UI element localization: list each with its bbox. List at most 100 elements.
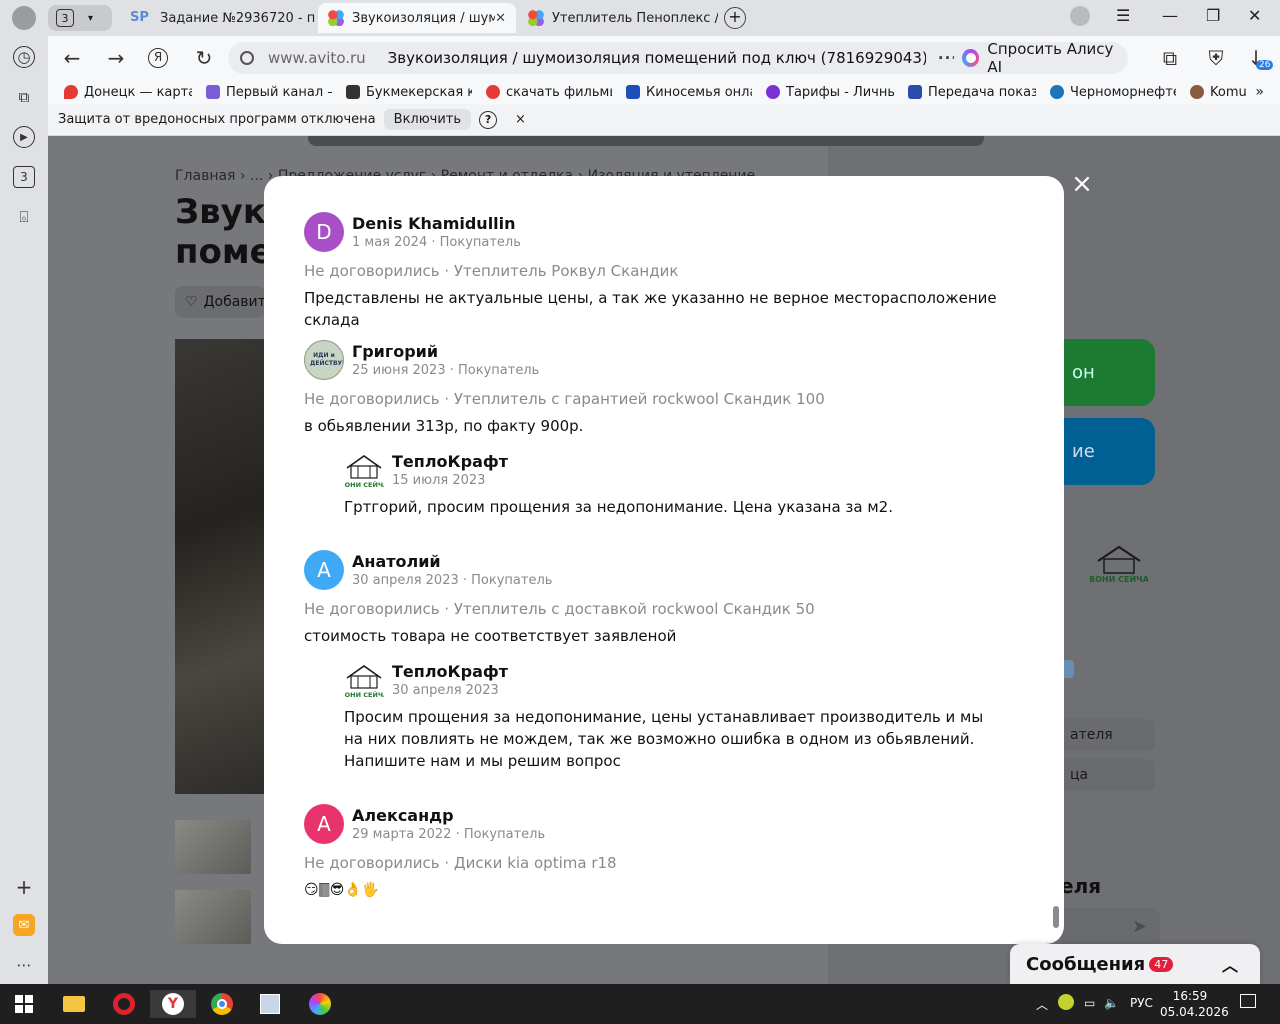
start-icon[interactable] xyxy=(10,990,38,1018)
protect-icon[interactable]: ⛨ xyxy=(1204,46,1228,70)
more-icon[interactable]: ⋯ xyxy=(13,954,35,976)
reviewer-name[interactable]: Александр xyxy=(352,806,454,825)
avatar[interactable]: А xyxy=(304,804,344,844)
bookmark-perviy-kanal[interactable]: Первый канал — с xyxy=(206,85,332,100)
system-clock[interactable]: 16:59 05.04.2026 xyxy=(1160,988,1229,1020)
bookmark-readings[interactable]: Передача показа xyxy=(908,85,1036,100)
review-deal: Не договорились · Диски kia optima r18 xyxy=(304,854,617,872)
close-tab-icon[interactable]: ✕ xyxy=(495,11,506,26)
collections-icon[interactable]: ⧉ xyxy=(13,86,35,108)
notifications-icon[interactable] xyxy=(1240,994,1256,1008)
volume-icon[interactable]: 🔈 xyxy=(1104,996,1119,1010)
tab-label: Звукоизоляция / шумо xyxy=(352,10,496,26)
minimize-icon[interactable]: — xyxy=(1162,6,1178,25)
sp-favicon-icon: SP xyxy=(130,10,149,25)
listing-photo[interactable] xyxy=(175,339,275,794)
bookmaker-icon xyxy=(346,85,360,99)
sidebar-counter[interactable]: 3 xyxy=(13,166,35,188)
camera-icon[interactable]: ⌺ xyxy=(13,206,35,228)
file-explorer-icon[interactable] xyxy=(60,990,88,1018)
yandex-browser-icon[interactable]: Y xyxy=(150,990,196,1018)
mail-icon[interactable]: ✉ xyxy=(13,914,35,936)
review-deal: Не договорились · Утеплитель с гарантией… xyxy=(304,390,825,408)
reviewer-name[interactable]: Григорий xyxy=(352,342,438,361)
color-app-icon[interactable] xyxy=(306,990,334,1018)
seller-action-row[interactable]: ца xyxy=(1060,759,1155,791)
chevron-up-icon[interactable]: ︿ xyxy=(1222,952,1238,976)
reviewer-name[interactable]: Denis Khamidullin xyxy=(352,214,516,233)
ask-alice-button[interactable]: Спросить Алису AI xyxy=(954,40,1128,76)
modal-scrollbar[interactable] xyxy=(1053,906,1059,928)
avito-favicon-icon xyxy=(528,10,544,26)
close-infobar-icon[interactable]: × xyxy=(515,112,526,127)
seller-reply-name[interactable]: ТеплоКрафт xyxy=(392,452,508,471)
listing-thumbnail[interactable] xyxy=(175,890,251,944)
reload-icon[interactable]: ↻ xyxy=(192,46,216,70)
bookmark-kinosemya[interactable]: Киносемья онлай xyxy=(626,85,752,100)
profile-icon[interactable] xyxy=(12,6,36,30)
bookmark-bookmaker[interactable]: Букмекерская кон xyxy=(346,85,472,100)
back-icon[interactable]: ← xyxy=(60,46,84,70)
ask-alice-label: Спросить Алису AI xyxy=(987,40,1114,76)
add-to-favorites-button[interactable]: ♡ Добавить xyxy=(175,286,265,318)
address-row: ← → Я ↻ www.avito.ru Звукоизоляция / шум… xyxy=(48,36,1280,80)
svg-text:ЗВОНИ СЕЙЧАС: ЗВОНИ СЕЙЧАС xyxy=(344,480,384,489)
history-icon[interactable]: ◷ xyxy=(13,46,35,68)
bookmark-donetsk-map[interactable]: Донецк — карта, с xyxy=(64,85,192,100)
add-panel-icon[interactable]: + xyxy=(13,875,35,899)
menu-icon[interactable]: ☰ xyxy=(1116,6,1130,25)
tab-task[interactable]: SP Задание №2936720 - про xyxy=(120,3,316,33)
enable-protection-button[interactable]: Включить xyxy=(383,109,472,130)
messages-badge: 47 xyxy=(1149,956,1174,972)
review-deal: Не договорились · Утеплитель с доставкой… xyxy=(304,600,815,618)
review-meta: 25 июня 2023 · Покупатель xyxy=(352,363,540,378)
tray-app-icon[interactable] xyxy=(1058,994,1074,1010)
language-indicator[interactable]: РУС xyxy=(1130,996,1153,1010)
account-icon[interactable] xyxy=(1070,6,1090,26)
bookmark-chernomorneftegaz[interactable]: Черноморнефтег xyxy=(1050,85,1176,100)
extensions-icon[interactable]: ⧉ xyxy=(1158,46,1182,70)
tab-avito-insulation[interactable]: Утеплитель Пеноплекс / З xyxy=(518,3,718,33)
yandex-home-icon[interactable]: Я xyxy=(148,48,168,68)
write-message-button[interactable]: ие xyxy=(1060,418,1155,485)
avatar[interactable]: ИДИ и ДЕЙСТВУЙ xyxy=(304,340,344,380)
show-phone-button[interactable]: он xyxy=(1060,339,1155,406)
avatar[interactable]: D xyxy=(304,212,344,252)
seller-reply-name[interactable]: ТеплоКрафт xyxy=(392,662,508,681)
reviews-modal: D Denis Khamidullin 1 мая 2024 · Покупат… xyxy=(264,176,1064,944)
bookmark-tariffs[interactable]: Тарифы - Личный xyxy=(766,85,894,100)
new-tab-button[interactable]: + xyxy=(724,7,746,29)
seller-logo[interactable]: ЗВОНИ СЕЙЧАС xyxy=(344,660,384,700)
seller-logo[interactable]: ЗВОНИ СЕЙЧАС xyxy=(1090,541,1148,585)
send-icon[interactable]: ➤ xyxy=(1132,916,1147,937)
avatar[interactable]: А xyxy=(304,550,344,590)
help-icon[interactable]: ? xyxy=(479,110,498,129)
forward-icon[interactable]: → xyxy=(104,46,128,70)
tab-avito-soundproof[interactable]: Звукоизоляция / шумо ✕ xyxy=(318,3,516,33)
messages-widget[interactable]: Сообщения 47 ︿ xyxy=(1010,944,1260,984)
play-icon[interactable]: ▶ xyxy=(13,126,35,148)
listing-thumbnail[interactable] xyxy=(175,820,251,874)
bookmark-films[interactable]: скачать фильмы 2 xyxy=(486,85,612,100)
restore-icon[interactable]: ❐ xyxy=(1206,6,1220,25)
seller-action-row[interactable]: ателя xyxy=(1060,719,1155,751)
reviewer-name[interactable]: Анатолий xyxy=(352,552,441,571)
chrome-icon[interactable] xyxy=(208,990,236,1018)
bookmark-komu[interactable]: Komu xyxy=(1190,85,1250,100)
app-icon[interactable] xyxy=(256,990,284,1018)
close-modal-icon[interactable]: × xyxy=(1070,171,1094,197)
tab-label: Задание №2936720 - про xyxy=(160,10,316,26)
ask-seller-input[interactable]: ➤ xyxy=(1060,908,1160,948)
more-bookmarks-icon[interactable]: » xyxy=(1255,84,1264,100)
review-text: 😏🀫😎👌🖐 xyxy=(304,882,380,898)
address-bar[interactable]: www.avito.ru Звукоизоляция / шумоизоляци… xyxy=(228,42,994,74)
close-window-icon[interactable]: ✕ xyxy=(1248,6,1261,25)
network-icon[interactable]: ▭ xyxy=(1084,996,1095,1010)
monitor-icon xyxy=(626,85,640,99)
opera-icon[interactable] xyxy=(110,990,138,1018)
tab-counter-button[interactable]: 3 ▾ xyxy=(48,5,112,31)
browser-sidebar: ◷ ⧉ ▶ 3 ⌺ + ✉ ⋯ xyxy=(0,36,48,984)
tray-chevron-icon[interactable]: ︿ xyxy=(1036,996,1048,1013)
seller-logo[interactable]: ЗВОНИ СЕЙЧАС xyxy=(344,450,384,490)
site-info-icon[interactable] xyxy=(240,51,254,65)
